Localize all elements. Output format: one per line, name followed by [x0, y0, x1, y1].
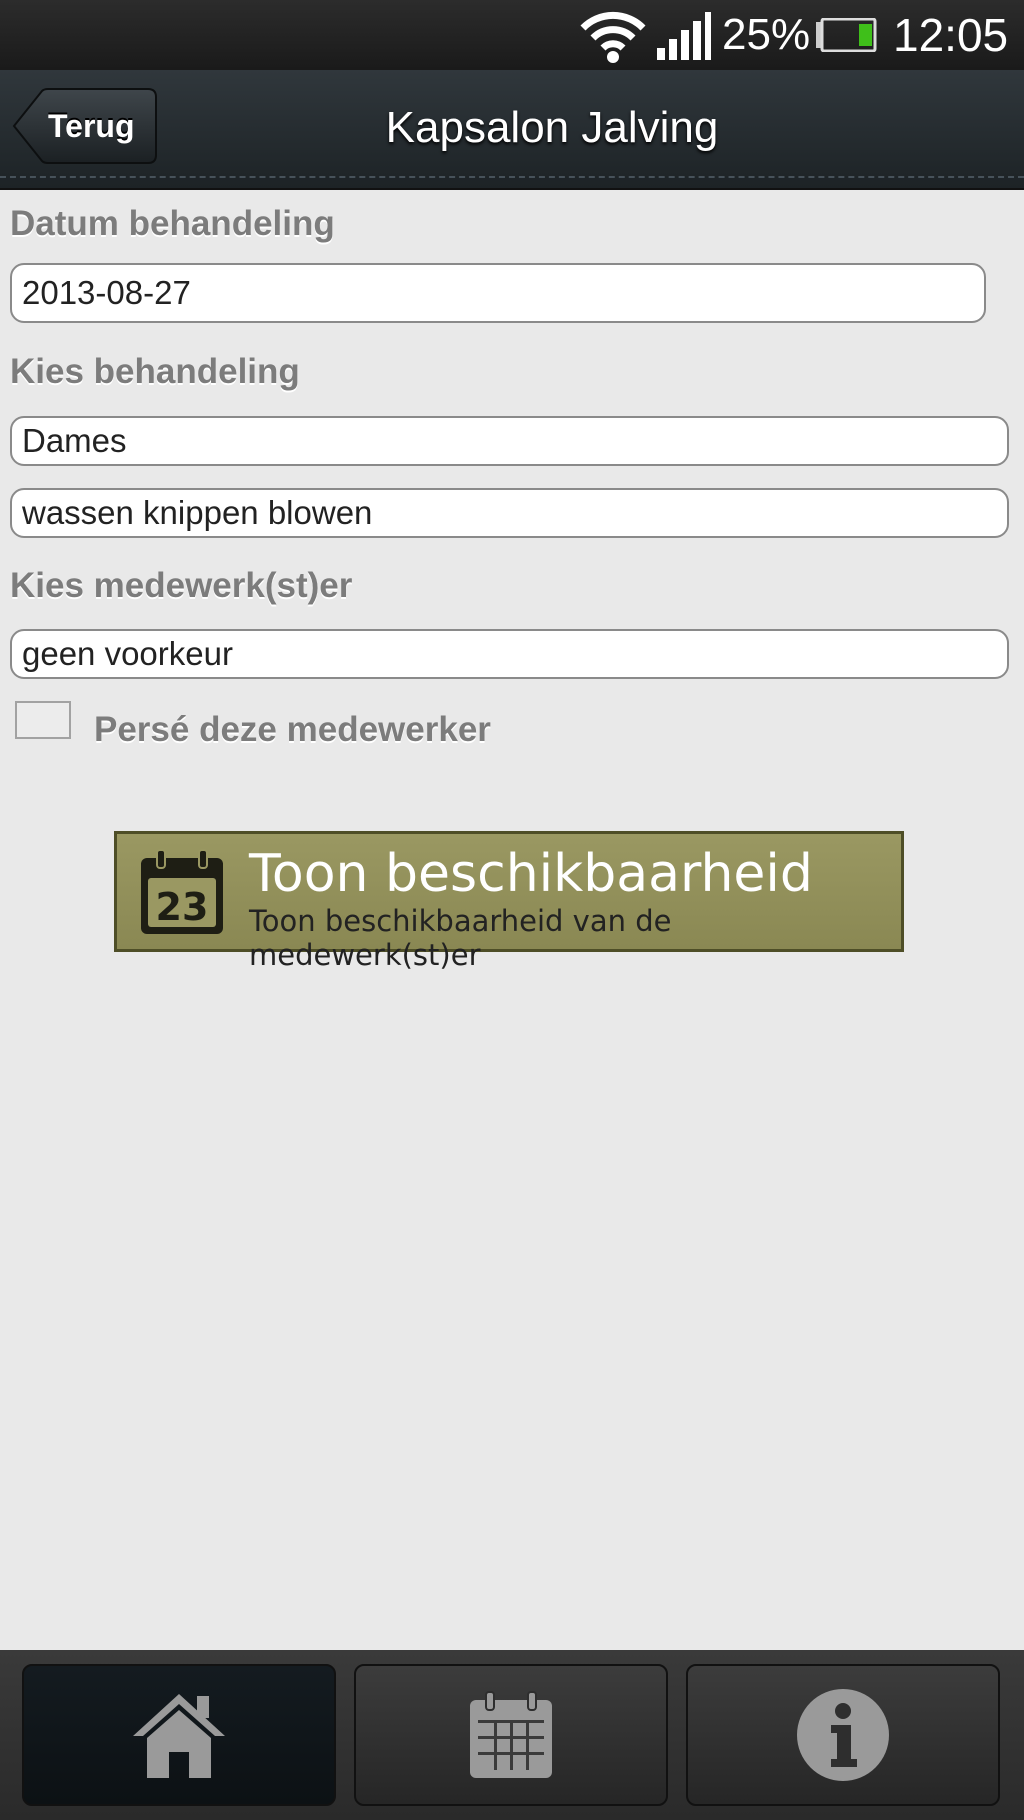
treatment-type-value: wassen knippen blowen	[22, 494, 373, 531]
tab-info[interactable]	[686, 1664, 1000, 1806]
back-button-label: Terug	[48, 108, 135, 144]
show-availability-button[interactable]: 23 Toon beschikbaarheid Toon beschikbaar…	[114, 831, 904, 972]
employee-value: geen voorkeur	[22, 635, 233, 672]
home-icon	[133, 1694, 225, 1778]
treatment-label: Kies behandeling	[10, 352, 300, 391]
treatment-category-value: Dames	[22, 422, 127, 459]
status-bar: 25% 12:05	[0, 0, 1024, 70]
calendar-day: 23	[156, 885, 209, 929]
show-availability-title: Toon beschikbaarheid	[249, 844, 813, 904]
tab-calendar[interactable]	[354, 1664, 668, 1806]
info-icon	[797, 1689, 889, 1781]
battery-percent: 25%	[722, 10, 811, 59]
wifi-icon	[580, 11, 646, 63]
show-availability-subtitle: Toon beschikbaarheid van de medewerk(st)…	[249, 904, 672, 972]
page-title: Kapsalon Jalving	[385, 103, 719, 152]
header-stitch-divider	[0, 176, 1024, 178]
specific-employee-checkbox[interactable]	[15, 701, 71, 739]
treatment-category-select[interactable]: Dames	[10, 416, 1009, 466]
back-button[interactable]: Terug	[12, 88, 158, 164]
date-label: Datum behandeling	[10, 204, 335, 243]
calendar-icon: 23	[141, 849, 223, 934]
specific-employee-label: Persé deze medewerker	[94, 710, 491, 749]
signal-icon	[657, 12, 711, 60]
employee-label: Kies medewerk(st)er	[10, 566, 353, 605]
battery-icon	[816, 18, 877, 52]
bottom-tab-bar	[0, 1650, 1024, 1820]
tab-home[interactable]	[22, 1664, 336, 1806]
calendar-icon	[470, 1691, 552, 1778]
date-field-value: 2013-08-27	[22, 274, 191, 311]
app-header: Terug Kapsalon Jalving	[0, 70, 1024, 190]
clock: 12:05	[893, 9, 1009, 61]
employee-select[interactable]: geen voorkeur	[10, 629, 1009, 679]
treatment-type-select[interactable]: wassen knippen blowen	[10, 488, 1009, 538]
date-field[interactable]: 2013-08-27	[10, 263, 986, 323]
